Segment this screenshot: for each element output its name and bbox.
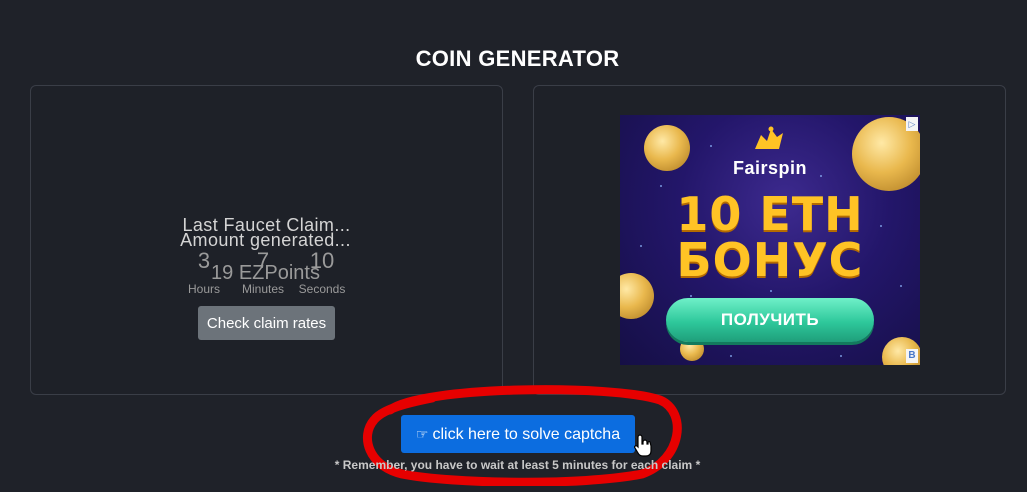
check-claim-rates-button[interactable]: Check claim rates bbox=[198, 306, 335, 340]
thumbs-up-pointing-icon: ☞ bbox=[415, 426, 429, 442]
ad-brand: Fairspin bbox=[732, 158, 807, 178]
ad-cta-button[interactable]: ПОЛУЧИТЬ bbox=[666, 298, 874, 342]
solve-captcha-label: click here to solve captcha bbox=[432, 426, 621, 443]
hand-cursor-icon bbox=[634, 434, 652, 457]
amount-value: 19 EZPoints bbox=[211, 262, 320, 284]
ad-banner[interactable]: Fairspin 10 ETH БОНУС ПОЛУЧИТЬ ▷ B bbox=[620, 115, 920, 365]
page-title: COIN GENERATOR bbox=[415, 46, 620, 71]
solve-captcha-button[interactable]: ☞ click here to solve captcha bbox=[401, 415, 635, 453]
ad-choices-icon[interactable]: ▷ bbox=[906, 117, 918, 131]
remember-note: * Remember, you have to wait at least 5 … bbox=[334, 458, 701, 472]
fairspin-logo-icon bbox=[755, 126, 783, 149]
ad-badge: B bbox=[906, 349, 918, 363]
ad-subheadline: БОНУС bbox=[676, 233, 864, 287]
amount-heading: Amount generated... bbox=[180, 230, 351, 250]
